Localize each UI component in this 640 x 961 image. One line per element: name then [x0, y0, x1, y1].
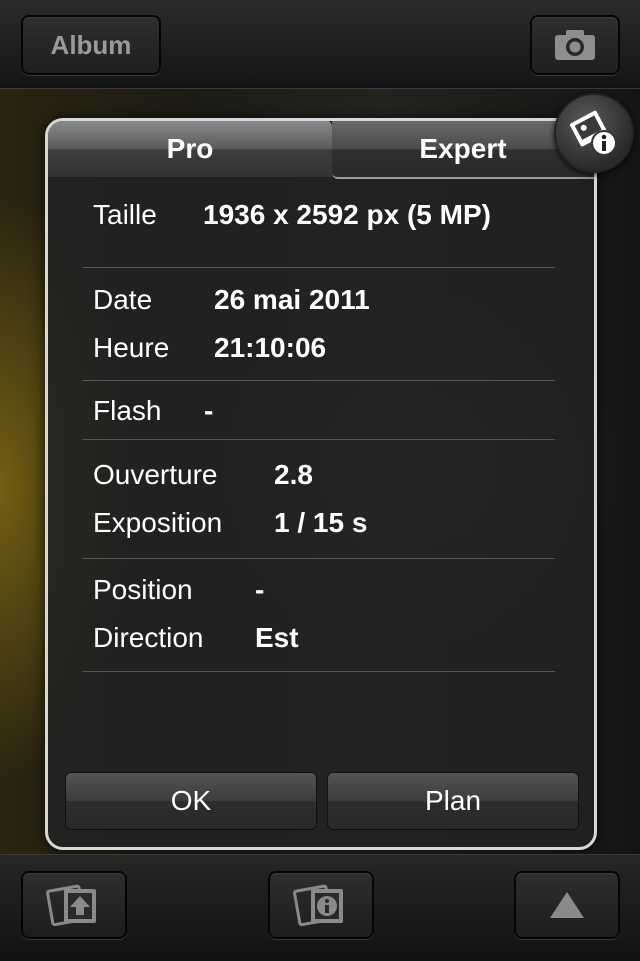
row-time: Heure 21:10:06: [83, 332, 555, 380]
group-location: Position - Direction Est: [83, 559, 555, 672]
photo-info-icon: [570, 110, 617, 156]
row-date: Date 26 mai 2011: [83, 284, 555, 332]
camera-button[interactable]: [530, 15, 620, 75]
position-label: Position: [93, 574, 193, 605]
map-button[interactable]: Plan: [327, 772, 579, 830]
group-flash: Flash -: [83, 381, 555, 440]
group-exposure: Ouverture 2.8 Exposition 1 / 15 s: [83, 440, 555, 559]
info-button[interactable]: [268, 871, 374, 939]
exposure-value: 1 / 15 s: [274, 507, 368, 538]
time-label: Heure: [93, 332, 170, 363]
bottom-toolbar: [0, 854, 640, 961]
up-button[interactable]: [514, 871, 620, 939]
aperture-value: 2.8: [274, 459, 313, 490]
direction-value: Est: [255, 622, 299, 653]
exposure-label: Exposition: [93, 507, 223, 538]
row-aperture: Ouverture 2.8: [83, 459, 555, 507]
row-exposure: Exposition 1 / 15 s: [83, 507, 555, 555]
top-toolbar: Album: [0, 0, 640, 89]
row-size: Taille 1936 x 2592 px (5 MP): [83, 199, 555, 247]
share-photo-button[interactable]: [21, 871, 127, 939]
photo-info-badge[interactable]: [554, 93, 634, 173]
date-label: Date: [93, 284, 153, 315]
info-list: Taille 1936 x 2592 px (5 MP) Date 26 mai…: [83, 179, 555, 672]
camera-icon: [555, 30, 595, 60]
photo-info-icon: [293, 884, 343, 927]
date-value: 26 mai 2011: [214, 284, 370, 315]
time-value: 21:10:06: [214, 332, 327, 363]
position-value: -: [255, 574, 265, 605]
direction-label: Direction: [93, 622, 204, 653]
album-button[interactable]: Album: [21, 15, 161, 75]
tab-bar: Pro Expert: [48, 121, 594, 179]
flash-label: Flash: [93, 395, 162, 426]
size-label: Taille: [93, 199, 157, 230]
aperture-label: Ouverture: [93, 459, 218, 490]
tab-pro[interactable]: Pro: [48, 121, 334, 177]
flash-value: -: [204, 395, 214, 426]
triangle-up-icon: [550, 892, 584, 918]
share-photo-icon: [46, 884, 96, 927]
row-position: Position -: [83, 574, 555, 622]
ok-button[interactable]: OK: [65, 772, 317, 830]
group-size: Taille 1936 x 2592 px (5 MP): [83, 179, 555, 268]
photo-info-panel: Pro Expert Taille 1936 x 2592 px (5 MP) …: [45, 118, 597, 850]
row-flash: Flash -: [83, 395, 555, 443]
group-datetime: Date 26 mai 2011 Heure 21:10:06: [83, 268, 555, 381]
size-value: 1936 x 2592 px (5 MP): [203, 199, 491, 230]
row-direction: Direction Est: [83, 622, 555, 670]
